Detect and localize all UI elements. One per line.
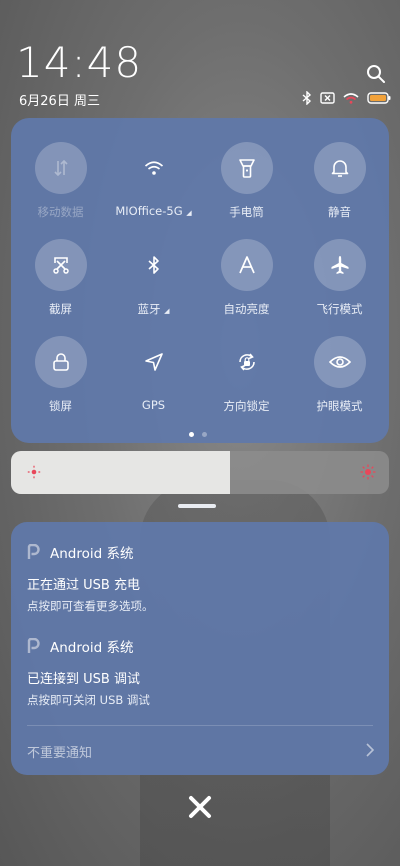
- tile-button[interactable]: [221, 336, 273, 388]
- eye-icon: [328, 356, 351, 368]
- tile-wifi[interactable]: MIOffice-5G ◢: [107, 142, 200, 232]
- tile-lock-screen[interactable]: 锁屏: [14, 336, 107, 426]
- tile-label: 蓝牙 ◢: [107, 301, 200, 317]
- brightness-slider[interactable]: [11, 451, 389, 494]
- notification-body: 点按即可关闭 USB 调试: [27, 693, 150, 707]
- chevron-right-icon[interactable]: [365, 742, 375, 758]
- tile-button[interactable]: [128, 142, 180, 194]
- airplane-icon: [331, 256, 348, 274]
- status-icons: [302, 88, 391, 108]
- no-sim-icon: [320, 92, 335, 104]
- tile-button[interactable]: [313, 239, 366, 291]
- tile-button[interactable]: [34, 336, 87, 388]
- brightness-high-icon: [360, 464, 376, 480]
- rotation-lock-icon: [238, 353, 255, 371]
- tile-label-text: MIOffice-5G: [115, 204, 183, 218]
- unimportant-notifications-link[interactable]: 不重要通知: [27, 742, 92, 761]
- tile-label: 锁屏: [49, 399, 72, 413]
- drag-handle[interactable]: [178, 504, 216, 508]
- tile-label-text: 蓝牙: [137, 302, 161, 316]
- bluetooth-icon: [302, 91, 312, 105]
- tile-label: 静音: [328, 205, 351, 219]
- data-arrows-icon: [53, 159, 68, 177]
- tile-mobile-data[interactable]: 移动数据: [14, 142, 107, 232]
- notification-app-name: Android 系统: [50, 640, 134, 656]
- bell-icon: [331, 160, 348, 177]
- date[interactable]: 6月26日 周三: [19, 90, 100, 109]
- expand-caret-icon: ◢: [186, 209, 192, 217]
- page-dot-active: [189, 432, 194, 437]
- bluetooth-icon: [147, 256, 159, 274]
- notification-panel: Android 系统 正在通过 USB 充电 点按即可查看更多选项。 Andro…: [11, 522, 389, 775]
- clear-all-button[interactable]: [186, 793, 214, 821]
- tile-button[interactable]: [220, 142, 273, 194]
- tile-button[interactable]: [313, 142, 366, 194]
- page-indicator: [189, 432, 207, 437]
- tile-label: MIOffice-5G ◢: [107, 204, 200, 218]
- notification-title: 已连接到 USB 调试: [27, 672, 140, 687]
- wifi-icon: [144, 161, 163, 175]
- scissors-icon: [52, 257, 69, 274]
- notification-header: Android 系统: [27, 542, 367, 562]
- notification-body: 点按即可查看更多选项。: [27, 599, 154, 613]
- wifi-icon: [343, 93, 359, 104]
- android-system-icon: [27, 544, 40, 559]
- tile-label: 飞行模式: [316, 302, 363, 316]
- notification-app-name: Android 系统: [50, 546, 134, 562]
- tile-rotation-lock[interactable]: 方向锁定: [200, 336, 293, 426]
- tile-button[interactable]: [128, 336, 180, 388]
- clock[interactable]: 14:48: [16, 38, 142, 87]
- tile-eye-care[interactable]: 护眼模式: [293, 336, 386, 426]
- tile-label: 自动亮度: [223, 302, 270, 316]
- brightness-fill: [11, 451, 231, 494]
- tile-mute[interactable]: 静音: [293, 142, 386, 232]
- navigation-arrow-icon: [144, 353, 163, 371]
- android-system-icon: [27, 638, 40, 653]
- tile-airplane-mode[interactable]: 飞行模式: [293, 239, 386, 329]
- notification-item[interactable]: Android 系统 已连接到 USB 调试 点按即可关闭 USB 调试: [27, 636, 367, 708]
- tile-label: 手电筒: [229, 205, 264, 219]
- tile-button[interactable]: [128, 239, 180, 291]
- notification-header: Android 系统: [27, 636, 367, 656]
- tile-auto-brightness[interactable]: 自动亮度: [200, 239, 293, 329]
- tile-button[interactable]: [34, 142, 87, 194]
- tile-screenshot[interactable]: 截屏: [14, 239, 107, 329]
- tile-label: GPS: [141, 398, 166, 412]
- tile-label: 护眼模式: [316, 399, 363, 413]
- tile-label: 方向锁定: [223, 399, 270, 413]
- flashlight-icon: [238, 159, 255, 178]
- search-icon[interactable]: [366, 64, 386, 84]
- tile-bluetooth[interactable]: 蓝牙 ◢: [107, 239, 200, 329]
- tile-button[interactable]: [313, 336, 366, 388]
- notification-item[interactable]: Android 系统 正在通过 USB 充电 点按即可查看更多选项。: [27, 542, 367, 614]
- divider: [27, 725, 373, 726]
- letter-a-icon: [238, 256, 255, 274]
- notification-title: 正在通过 USB 充电: [27, 578, 140, 593]
- lock-icon: [52, 353, 69, 371]
- page-dot: [202, 432, 207, 437]
- tile-gps[interactable]: GPS: [107, 336, 200, 426]
- brightness-low-icon: [27, 465, 41, 479]
- tile-flashlight[interactable]: 手电筒: [200, 142, 293, 232]
- tile-button[interactable]: [34, 239, 87, 291]
- quick-settings-panel: 移动数据 MIOffice-5G ◢ 手电筒 静音 截屏 蓝牙 ◢ 自动亮度 飞…: [11, 118, 389, 443]
- expand-caret-icon: ◢: [164, 307, 170, 315]
- tile-button[interactable]: [220, 239, 273, 291]
- tile-label: 移动数据: [37, 205, 84, 219]
- tile-label: 截屏: [49, 302, 72, 316]
- battery-icon: [367, 92, 391, 104]
